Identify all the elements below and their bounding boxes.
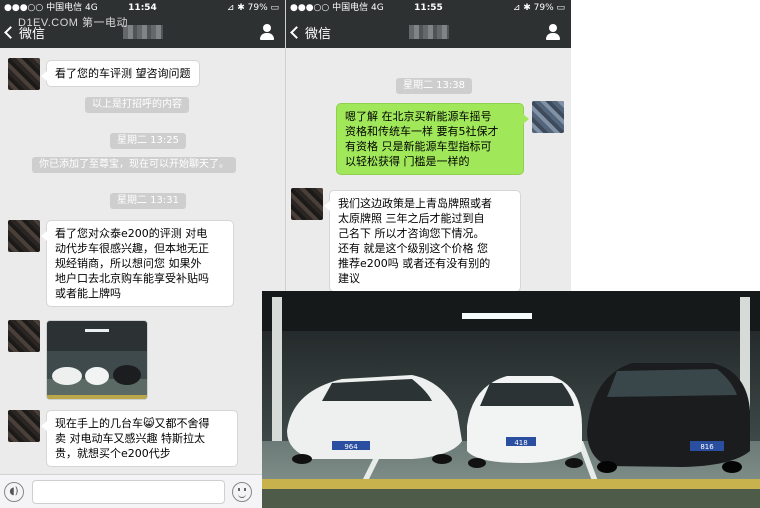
message-line: 现在手上的几台车😸又都不舍得 [55, 417, 210, 430]
contact-name-pixelated [408, 25, 449, 39]
avatar[interactable] [8, 58, 40, 90]
parking-garage-thumbnail [47, 321, 147, 399]
message-line: 以轻松获得 门槛是一样的 [345, 155, 470, 168]
message-line: 地户口去北京购车能享受补贴吗 [55, 272, 209, 285]
license-plate: 418 [514, 439, 527, 447]
chat-screen-left: ●●●○○ 中国电信 4G 11:54 ⊿ ✱ 79% ▭ 微信 D1EV.CO… [0, 0, 285, 508]
message-line: 卖 对电动车又感兴趣 特斯拉太 [55, 432, 205, 445]
license-plate: 816 [700, 443, 714, 451]
battery-indicator: ⊿ ✱ 79% ▭ [226, 3, 279, 13]
chevron-left-icon [4, 26, 17, 39]
nav-bar: 微信 [286, 16, 571, 48]
parking-garage-photo: 964 418 816 [262, 291, 760, 508]
person-icon[interactable] [259, 24, 275, 40]
watermark: D1EV.COM 第一电动 [18, 17, 129, 29]
message-line: 有资格 只是新能源车型指标可 [345, 140, 492, 153]
message-bubble-sent[interactable]: 嗯了解 在北京买新能源车摇号 资格和传统车一样 要有5社保才 有资格 只是新能源… [336, 103, 529, 175]
person-icon[interactable] [545, 24, 561, 40]
voice-icon[interactable]: ◖) [4, 482, 24, 502]
message-line: 太原牌照 三年之后才能过到自 [338, 212, 485, 225]
message-line: 推荐e200吗 或者还有没有别的 [338, 257, 491, 270]
message-line: 建议 [338, 272, 360, 285]
avatar[interactable] [291, 188, 323, 220]
avatar[interactable] [8, 320, 40, 352]
message-bubble[interactable]: 现在手上的几台车😸又都不舍得 卖 对电动车又感兴趣 特斯拉太 贵，就想买个e20… [41, 410, 238, 467]
message-line: 动代步车很感兴趣，但本地无正 [55, 242, 209, 255]
license-plate: 964 [344, 443, 358, 451]
status-bar: ●●●○○ 中国电信 4G 11:55 ⊿ ✱ 79% ▭ [286, 0, 571, 16]
message-bubble[interactable]: 我们这边政策是上青岛牌照或者 太原牌照 三年之后才能过到自 己名下 所以才咨询您… [324, 190, 521, 292]
parking-garage-image: 964 418 816 [262, 291, 760, 508]
message-line: 还有 就是这个级别这个价格 您 [338, 242, 488, 255]
system-notice: 你已添加了至尊宝，现在可以开始聊天了。 [32, 157, 236, 173]
back-button[interactable]: 微信 [290, 23, 332, 42]
contact-name-pixelated [122, 25, 163, 39]
input-toolbar: ◖) [0, 474, 285, 508]
black-range-rover-car: 816 [587, 363, 750, 473]
white-bmw-car: 418 [467, 376, 583, 468]
message-line: 资格和传统车一样 要有5社保才 [345, 125, 499, 138]
emoji-icon[interactable] [232, 482, 252, 502]
avatar[interactable] [8, 220, 40, 252]
message-line: 嗯了解 在北京买新能源车摇号 [345, 110, 492, 123]
battery-indicator: ⊿ ✱ 79% ▭ [512, 3, 565, 13]
timestamp: 星期二 13:38 [396, 78, 472, 94]
message-line: 己名下 所以才咨询您下情况。 [338, 227, 485, 240]
message-line: 或者能上牌吗 [55, 287, 121, 300]
avatar[interactable] [532, 101, 564, 133]
message-line: 贵，就想买个e200代步 [55, 447, 171, 460]
message-line: 看了您对众泰e200的评测 对电 [55, 227, 208, 240]
photo-message[interactable] [46, 320, 148, 400]
message-bubble[interactable]: 看了您对众泰e200的评测 对电 动代步车很感兴趣，但本地无正 规经销商，所以想… [41, 220, 234, 307]
system-notice: 以上是打招呼的内容 [85, 97, 189, 113]
message-line: 规经销商，所以想问您 如果外 [55, 257, 202, 270]
avatar[interactable] [8, 410, 40, 442]
chevron-left-icon [290, 26, 303, 39]
timestamp: 星期二 13:25 [110, 133, 186, 149]
back-label: 微信 [305, 27, 332, 42]
message-line: 我们这边政策是上青岛牌照或者 [338, 197, 492, 210]
message-bubble[interactable]: 看了您的车评测 望咨询问题 [41, 60, 200, 87]
timestamp: 星期二 13:31 [110, 193, 186, 209]
message-input[interactable] [32, 480, 225, 504]
